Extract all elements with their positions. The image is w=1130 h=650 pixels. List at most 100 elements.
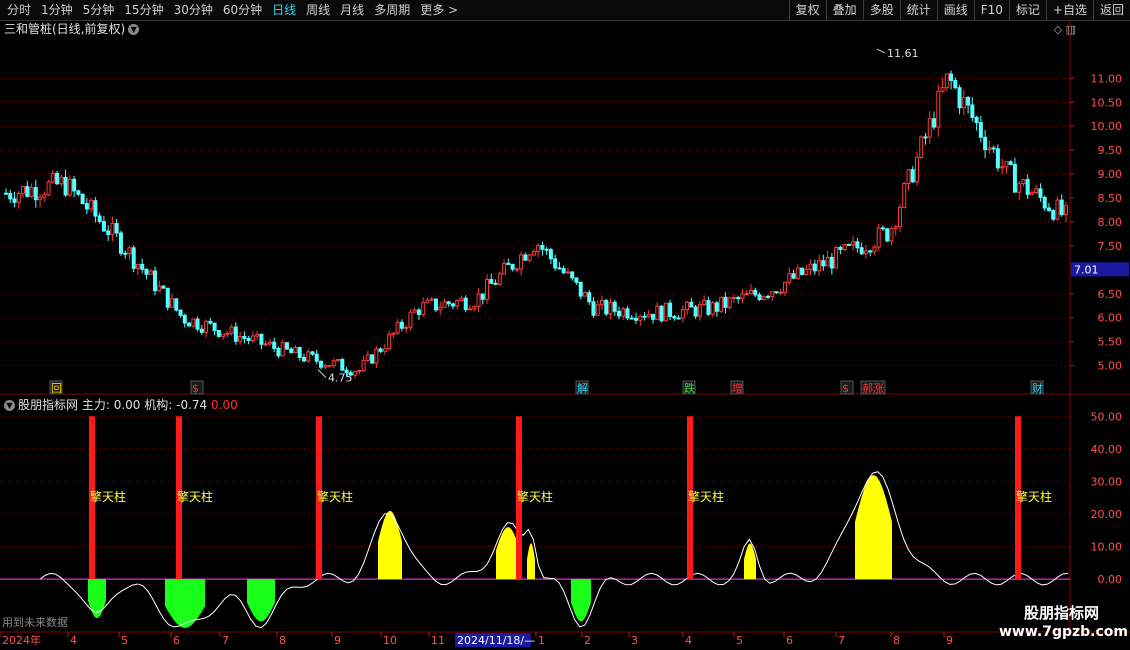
candle-body <box>531 251 536 256</box>
candle-body <box>540 244 545 250</box>
candle-body <box>412 309 417 313</box>
function-button[interactable]: 画线 <box>936 0 974 20</box>
candle-body <box>519 254 524 270</box>
candle-body <box>689 301 694 308</box>
indicator-tick-label: 50.00 <box>1091 410 1123 423</box>
candle-body <box>740 293 745 300</box>
candle-body <box>114 222 119 234</box>
candle-body <box>778 291 783 294</box>
indicator-tick-label: 40.00 <box>1091 443 1123 456</box>
candle-body <box>902 183 907 208</box>
candle-body <box>506 262 511 265</box>
candle-body <box>710 302 715 315</box>
candle-body <box>374 348 379 364</box>
candle-body <box>404 326 409 329</box>
candle-body <box>493 282 498 285</box>
candle-body <box>55 172 60 185</box>
time-tick-label: 9 <box>334 634 341 647</box>
candle-body <box>812 263 817 272</box>
price-tick-label: 10.00 <box>1091 120 1123 133</box>
function-button[interactable]: 返回 <box>1092 0 1130 20</box>
candle-body <box>497 273 502 285</box>
kline-chart[interactable]: 擎天柱 擎天柱 擎天柱 擎天柱 擎天柱 擎天柱 11.0010.5010.009.509.… <box>0 20 1130 650</box>
candle-body <box>897 206 902 228</box>
price-tick-label: 11.00 <box>1091 72 1123 85</box>
future-data-note: 用到未来数据 <box>2 616 68 629</box>
candle-body <box>174 298 179 311</box>
candle-body <box>135 263 140 269</box>
candle-body <box>280 342 285 357</box>
price-tick-label: 9.50 <box>1098 144 1123 157</box>
period-tab[interactable]: 30分钟 <box>169 0 218 20</box>
pillar-label: 擎天柱 <box>1016 489 1052 504</box>
negative-area <box>165 579 205 628</box>
function-button[interactable]: 统计 <box>899 0 937 20</box>
indicator-tick-label: 0.00 <box>1098 573 1123 586</box>
candle-body <box>336 358 341 362</box>
candle-body <box>846 244 851 247</box>
candle-body <box>659 305 664 322</box>
main-label: 主力: <box>81 398 110 412</box>
time-tick-label: 8 <box>279 634 286 647</box>
time-tick-label: 2 <box>584 634 591 647</box>
candle-body <box>42 194 47 198</box>
indicator-name[interactable]: 股朋指标网 <box>18 398 78 412</box>
axes: 11.0010.5010.009.509.008.508.007.506.506… <box>0 47 1129 647</box>
candle-body <box>544 248 549 251</box>
function-button[interactable]: 叠加 <box>825 0 863 20</box>
candle-body <box>821 260 826 267</box>
candle-body <box>502 262 507 275</box>
period-tab[interactable]: 15分钟 <box>119 0 168 20</box>
function-button[interactable]: +自选 <box>1045 0 1093 20</box>
price-tick-label: 8.00 <box>1098 216 1123 229</box>
chevron-down-icon[interactable]: ▼ <box>4 400 15 411</box>
candle-body <box>693 306 698 317</box>
candle-body <box>255 333 260 337</box>
candle-body <box>651 313 656 320</box>
candle-body <box>978 122 983 138</box>
period-tab[interactable]: 60分钟 <box>218 0 267 20</box>
period-tab[interactable]: 周线 <box>301 0 335 20</box>
function-button[interactable]: F10 <box>973 0 1009 20</box>
period-tab[interactable]: 分时 <box>2 0 36 20</box>
event-marker: $ <box>842 382 849 395</box>
candle-body <box>216 329 221 337</box>
candle-body <box>748 289 753 295</box>
candle-body <box>885 228 890 242</box>
price-tick-label: 7.50 <box>1098 240 1123 253</box>
candle-body <box>834 246 839 269</box>
candle-body <box>676 317 681 320</box>
price-tick-label: 8.50 <box>1098 192 1123 205</box>
candle-body <box>766 295 771 298</box>
candle-body <box>152 270 157 292</box>
function-button[interactable]: 复权 <box>788 0 826 20</box>
candle-body <box>455 300 460 307</box>
pillar-label: 擎天柱 <box>688 489 724 504</box>
pillar-label: 擎天柱 <box>317 489 353 504</box>
candle-body <box>855 241 860 249</box>
period-tab[interactable]: 1分钟 <box>36 0 78 20</box>
candle-body <box>961 96 966 109</box>
low-label: 4.75 <box>328 372 353 385</box>
candle-body <box>161 285 166 289</box>
period-tab[interactable]: 日线 <box>267 0 301 20</box>
period-tab[interactable]: 5分钟 <box>78 0 120 20</box>
positive-area <box>855 474 892 580</box>
main-value: 0.00 <box>113 398 141 412</box>
function-button[interactable]: 多股 <box>862 0 900 20</box>
candle-body <box>225 332 230 335</box>
event-marker: 郝涨 <box>862 381 884 395</box>
candle-body <box>995 148 1000 169</box>
candle-body <box>757 294 762 301</box>
period-tab[interactable]: 月线 <box>335 0 369 20</box>
period-tab[interactable]: 多周期 <box>369 0 415 20</box>
candle-body <box>310 351 315 355</box>
candle-body <box>578 281 583 297</box>
candle-body <box>910 169 915 183</box>
candle-body <box>753 289 758 296</box>
candle-body <box>429 298 434 301</box>
candle-body <box>842 244 847 250</box>
function-button[interactable]: 标记 <box>1008 0 1046 20</box>
watermark: 股朋指标网 www.7gpzb.com <box>999 604 1128 642</box>
period-tab[interactable]: 更多 > <box>415 0 463 20</box>
